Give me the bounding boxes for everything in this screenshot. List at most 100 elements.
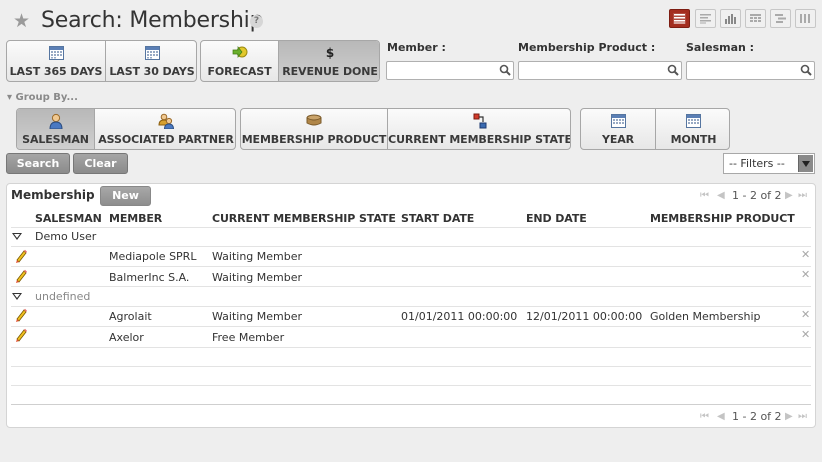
dropdown-arrow-icon[interactable] [798,155,813,172]
next-page-icon[interactable]: ▶ [785,409,793,425]
row-divider [11,227,811,228]
edit-pencil-icon[interactable] [14,269,28,283]
row-divider [11,347,811,348]
filters-select-value: -- Filters -- [729,157,785,170]
previous-page-icon[interactable]: ◀ [717,409,725,425]
column-header-end-date[interactable]: END DATE [526,212,587,225]
column-header-membership-product[interactable]: MEMBERSHIP PRODUCT [650,212,795,225]
group-by-year[interactable]: YEAR [581,109,655,149]
group-by-label: ASSOCIATED PARTNER [98,133,234,146]
state-icon [388,113,570,129]
start-date-cell: 01/01/2011 00:00:00 [401,310,518,323]
column-header-state[interactable]: CURRENT MEMBERSHIP STATE [212,212,396,225]
member-cell: Agrolait [109,310,152,323]
partners-icon [95,113,235,129]
row-divider [11,306,811,307]
column-header-start-date[interactable]: START DATE [401,212,474,225]
delete-icon[interactable]: ✕ [801,269,810,281]
delete-icon[interactable]: ✕ [801,249,810,261]
kanban-view-icon[interactable] [795,9,816,28]
search-button[interactable]: Search [6,153,70,174]
row-divider [11,366,811,367]
delete-icon[interactable]: ✕ [801,309,810,321]
member-field-label: Member : [387,41,446,54]
group-by-salesman[interactable]: SALESMAN [17,109,94,149]
group-by-current-membership-state[interactable]: CURRENT MEMBERSHIP STATE [387,109,571,149]
filters-select[interactable]: -- Filters -- [723,153,815,174]
group-by-membership-group: MEMBERSHIP PRODUCT CURRENT MEMBERSHIP ST… [240,108,571,150]
new-button[interactable]: New [100,186,151,206]
form-view-icon[interactable] [695,9,716,28]
row-divider [11,246,811,247]
first-page-icon[interactable]: ⏮ [700,188,709,204]
end-date-cell: 12/01/2011 00:00:00 [526,310,643,323]
filter-label: LAST 30 DAYS [109,65,195,78]
dollar-icon: $ [325,46,335,60]
next-page-icon[interactable]: ▶ [785,188,793,204]
group-name: undefined [35,290,91,303]
bottom-pager: ⏮ ◀ 1 - 2 of 2 ▶ ⏭ [700,409,818,425]
group-by-label: SALESMAN [22,133,89,146]
column-header-member[interactable]: MEMBER [109,212,162,225]
group-by-month[interactable]: MONTH [655,109,729,149]
calendar-icon [106,45,196,61]
group-by-toggle[interactable]: ▾ Group By... [7,92,78,103]
edit-pencil-icon[interactable] [14,249,28,263]
graph-view-icon[interactable] [720,9,741,28]
membership-product-input[interactable] [518,61,682,80]
clear-button[interactable]: Clear [73,153,128,174]
forecast-icon [201,45,278,61]
product-cell: Golden Membership [650,310,761,323]
favorite-star-icon[interactable]: ★ [13,10,30,32]
calendar-icon [581,113,655,129]
group-by-associated-partner[interactable]: ASSOCIATED PARTNER [94,109,235,149]
first-page-icon[interactable]: ⏮ [700,409,709,425]
member-input[interactable] [386,61,514,80]
calendar-icon [7,45,105,61]
group-by-label: YEAR [601,133,635,146]
column-header-salesman[interactable]: SALESMAN [35,212,102,225]
group-by-membership-product[interactable]: MEMBERSHIP PRODUCT [241,109,387,149]
edit-pencil-icon[interactable] [14,308,28,322]
group-name: Demo User [35,230,97,243]
group-by-date-group: YEAR MONTH [580,108,730,150]
search-icon [800,64,812,76]
salesman-field-label: Salesman : [686,41,755,54]
list-caption: Membership [11,188,95,202]
filter-last-30-days[interactable]: LAST 30 DAYS [105,41,196,81]
filter-last-365-days[interactable]: LAST 365 DAYS [7,41,105,81]
delete-icon[interactable]: ✕ [801,329,810,341]
member-cell: BalmerInc S.A. [109,271,190,284]
list-view-icon[interactable] [669,9,690,28]
pager-status: 1 - 2 of 2 [732,410,782,423]
calendar-view-icon[interactable] [745,9,766,28]
state-cell: Waiting Member [212,250,303,263]
state-cell: Waiting Member [212,271,303,284]
previous-page-icon[interactable]: ◀ [717,188,725,204]
period-filter-group: LAST 365 DAYS LAST 30 DAYS [6,40,197,82]
gantt-view-icon[interactable] [770,9,791,28]
search-icon [499,64,511,76]
expand-triangle-icon[interactable] [12,233,22,240]
top-pager: ⏮ ◀ 1 - 2 of 2 ▶ ⏭ [700,188,818,204]
group-by-label: CURRENT MEMBERSHIP STATE [388,133,571,146]
row-divider [11,266,811,267]
search-icon [667,64,679,76]
state-filter-group: FORECAST $ REVENUE DONE [200,40,380,82]
product-icon [241,113,387,129]
row-divider [11,286,811,287]
edit-pencil-icon[interactable] [14,328,28,342]
last-page-icon[interactable]: ⏭ [798,188,807,204]
row-divider [11,385,811,386]
filter-forecast[interactable]: FORECAST [201,41,278,81]
last-page-icon[interactable]: ⏭ [798,409,807,425]
salesman-input[interactable] [686,61,815,80]
membership-product-field-label: Membership Product : [518,41,656,54]
expand-triangle-icon[interactable] [12,293,22,300]
filter-label: REVENUE DONE [282,65,378,78]
table-footer-divider [11,404,811,405]
state-cell: Free Member [212,331,285,344]
help-icon[interactable]: ? [250,15,263,28]
filter-revenue-done[interactable]: $ REVENUE DONE [278,41,379,81]
row-divider [11,326,811,327]
